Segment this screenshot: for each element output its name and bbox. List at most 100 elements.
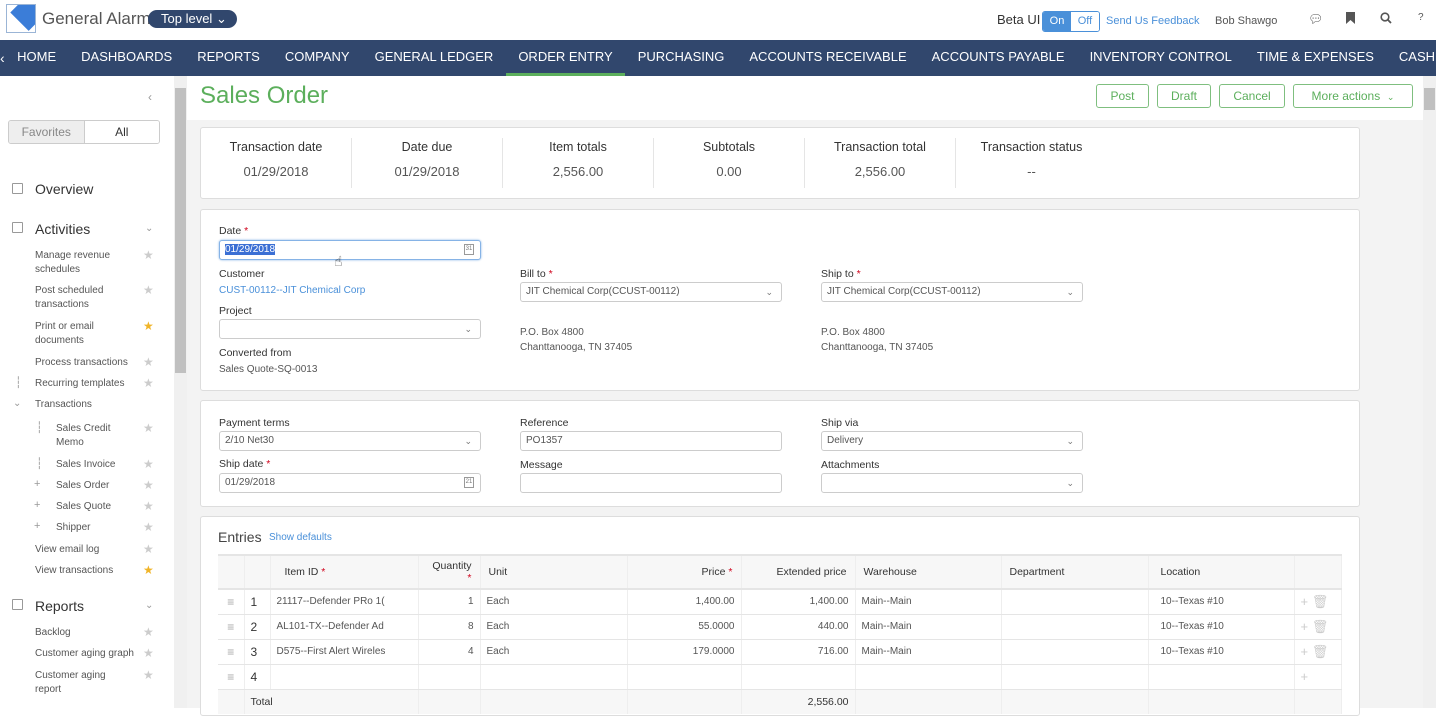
cell-warehouse[interactable]: Main--Main: [855, 614, 1002, 640]
col-department[interactable]: Department: [1001, 554, 1149, 590]
nav-order-entry[interactable]: ORDER ENTRY: [505, 40, 626, 76]
star-icon[interactable]: ★: [143, 520, 154, 534]
sidebar-item[interactable]: Print or email documents: [35, 320, 140, 348]
nav-inventory-control[interactable]: INVENTORY CONTROL: [1077, 40, 1244, 76]
nav-reports[interactable]: REPORTS: [185, 40, 273, 76]
message-input[interactable]: [520, 473, 782, 493]
col-price[interactable]: Price *: [627, 554, 742, 590]
main-scrollbar[interactable]: [1423, 76, 1436, 708]
col-extended-price[interactable]: Extended price: [741, 554, 856, 590]
cell-price[interactable]: 179.0000: [627, 639, 742, 665]
toggle-on[interactable]: On: [1043, 12, 1071, 31]
bill-to-select[interactable]: JIT Chemical Corp(CCUST-00112) ⌄: [520, 282, 782, 302]
nav-purchasing[interactable]: PURCHASING: [625, 40, 737, 76]
add-icon[interactable]: +: [34, 520, 40, 532]
star-icon[interactable]: ★: [143, 499, 154, 513]
draft-button[interactable]: Draft: [1157, 84, 1211, 108]
cell-unit[interactable]: [480, 664, 628, 690]
reference-input[interactable]: PO1357: [520, 431, 782, 451]
chat-icon[interactable]: 💬︎: [1308, 12, 1323, 26]
level-selector[interactable]: Top level ⌄: [148, 10, 237, 28]
chevron-down-icon[interactable]: ⌄: [13, 398, 21, 409]
scrollbar-thumb[interactable]: [1424, 88, 1435, 110]
col-warehouse[interactable]: Warehouse: [855, 554, 1002, 590]
user-name[interactable]: Bob Shawgo: [1215, 15, 1277, 27]
drag-handle-icon[interactable]: ≡: [218, 664, 245, 690]
nav-accounts-receivable[interactable]: ACCOUNTS RECEIVABLE: [737, 40, 919, 76]
nav-company[interactable]: COMPANY: [272, 40, 362, 76]
cell-quantity[interactable]: 4: [418, 639, 481, 665]
cell-location[interactable]: 10--Texas #10: [1148, 589, 1295, 615]
sidebar-reports[interactable]: Reports: [35, 598, 84, 614]
cell-department[interactable]: [1001, 639, 1149, 665]
add-row-icon[interactable]: +: [1301, 594, 1309, 609]
cell-unit[interactable]: Each: [480, 589, 628, 615]
cell-department[interactable]: [1001, 589, 1149, 615]
cell-warehouse[interactable]: Main--Main: [855, 639, 1002, 665]
drag-handle-icon[interactable]: ≡: [218, 614, 245, 640]
sidebar-transactions[interactable]: Transactions: [35, 398, 140, 412]
customer-link[interactable]: CUST-00112--JIT Chemical Corp: [219, 283, 365, 298]
star-icon[interactable]: ★: [143, 421, 154, 435]
beta-ui-toggle[interactable]: On Off: [1042, 11, 1100, 32]
collapse-sidebar-icon[interactable]: ‹: [148, 90, 152, 104]
ship-to-select[interactable]: JIT Chemical Corp(CCUST-00112) ⌄: [821, 282, 1083, 302]
more-actions-button[interactable]: More actions ⌄: [1293, 84, 1413, 108]
chevron-down-icon[interactable]: ⌄: [145, 600, 153, 611]
cell-location[interactable]: [1148, 664, 1295, 690]
sidebar-overview[interactable]: Overview: [35, 181, 93, 197]
add-row-icon[interactable]: +: [1301, 619, 1309, 634]
sidebar-item[interactable]: Process transactions: [35, 356, 145, 370]
cell-item-id[interactable]: [270, 664, 419, 690]
sidebar-scrollbar[interactable]: [174, 76, 187, 708]
nav-general-ledger[interactable]: GENERAL LEDGER: [362, 40, 506, 76]
star-icon[interactable]: ★: [143, 283, 154, 297]
cell-item-id[interactable]: 21117--Defender PRo 1(: [270, 589, 419, 615]
chevron-down-icon[interactable]: ⌄: [145, 223, 153, 234]
cell-quantity[interactable]: 1: [418, 589, 481, 615]
star-icon[interactable]: ★: [143, 668, 154, 682]
cell-item-id[interactable]: AL101-TX--Defender Ad: [270, 614, 419, 640]
ship-date-input[interactable]: 01/29/2018 21: [219, 473, 481, 493]
col-location[interactable]: Location: [1148, 554, 1295, 590]
star-icon[interactable]: ★: [143, 646, 154, 660]
col-quantity[interactable]: Quantity *: [418, 554, 481, 590]
col-unit[interactable]: Unit: [480, 554, 628, 590]
cell-warehouse[interactable]: [855, 664, 1002, 690]
table-row[interactable]: ≡ 2 AL101-TX--Defender Ad 8 Each 55.0000…: [218, 614, 1342, 640]
toggle-off[interactable]: Off: [1071, 12, 1099, 31]
nav-dashboards[interactable]: DASHBOARDS: [69, 40, 185, 76]
cell-price[interactable]: 55.0000: [627, 614, 742, 640]
add-row-icon[interactable]: +: [1301, 644, 1309, 659]
star-icon-favorited[interactable]: ★: [143, 563, 154, 577]
star-icon[interactable]: ★: [143, 542, 154, 556]
trash-icon[interactable]: 🗑︎: [1312, 644, 1329, 659]
cell-quantity[interactable]: [418, 664, 481, 690]
company-logo[interactable]: [6, 4, 36, 33]
favorites-tab[interactable]: Favorites: [9, 121, 85, 143]
cancel-button[interactable]: Cancel: [1219, 84, 1285, 108]
cell-department[interactable]: [1001, 664, 1149, 690]
table-row[interactable]: ≡ 1 21117--Defender PRo 1( 1 Each 1,400.…: [218, 589, 1342, 615]
calendar-icon[interactable]: 21: [464, 477, 474, 488]
sidebar-item[interactable]: Customer aging report: [35, 669, 115, 697]
date-input[interactable]: 01/29/2018 31: [219, 240, 481, 260]
sidebar-item[interactable]: View transactions: [35, 564, 140, 578]
cell-quantity[interactable]: 8: [418, 614, 481, 640]
sidebar-item[interactable]: Customer aging graph: [35, 647, 145, 661]
add-icon[interactable]: +: [34, 499, 40, 511]
show-defaults-link[interactable]: Show defaults: [269, 532, 332, 543]
all-tab[interactable]: All: [84, 121, 159, 143]
table-row[interactable]: ≡ 3 D575--First Alert Wireles 4 Each 179…: [218, 639, 1342, 665]
sidebar-item[interactable]: View email log: [35, 543, 140, 557]
cell-item-id[interactable]: D575--First Alert Wireles: [270, 639, 419, 665]
attachments-select[interactable]: ⌄: [821, 473, 1083, 493]
sidebar-item[interactable]: Post scheduled transactions: [35, 284, 140, 312]
nav-cash-management[interactable]: CASH MANA: [1386, 40, 1436, 76]
trash-icon[interactable]: 🗑︎: [1312, 619, 1329, 634]
feedback-link[interactable]: Send Us Feedback: [1106, 15, 1200, 27]
sidebar-item[interactable]: Backlog: [35, 626, 140, 640]
add-icon[interactable]: +: [34, 478, 40, 490]
sidebar-item[interactable]: Recurring templates: [35, 377, 145, 391]
star-icon[interactable]: ★: [143, 478, 154, 492]
